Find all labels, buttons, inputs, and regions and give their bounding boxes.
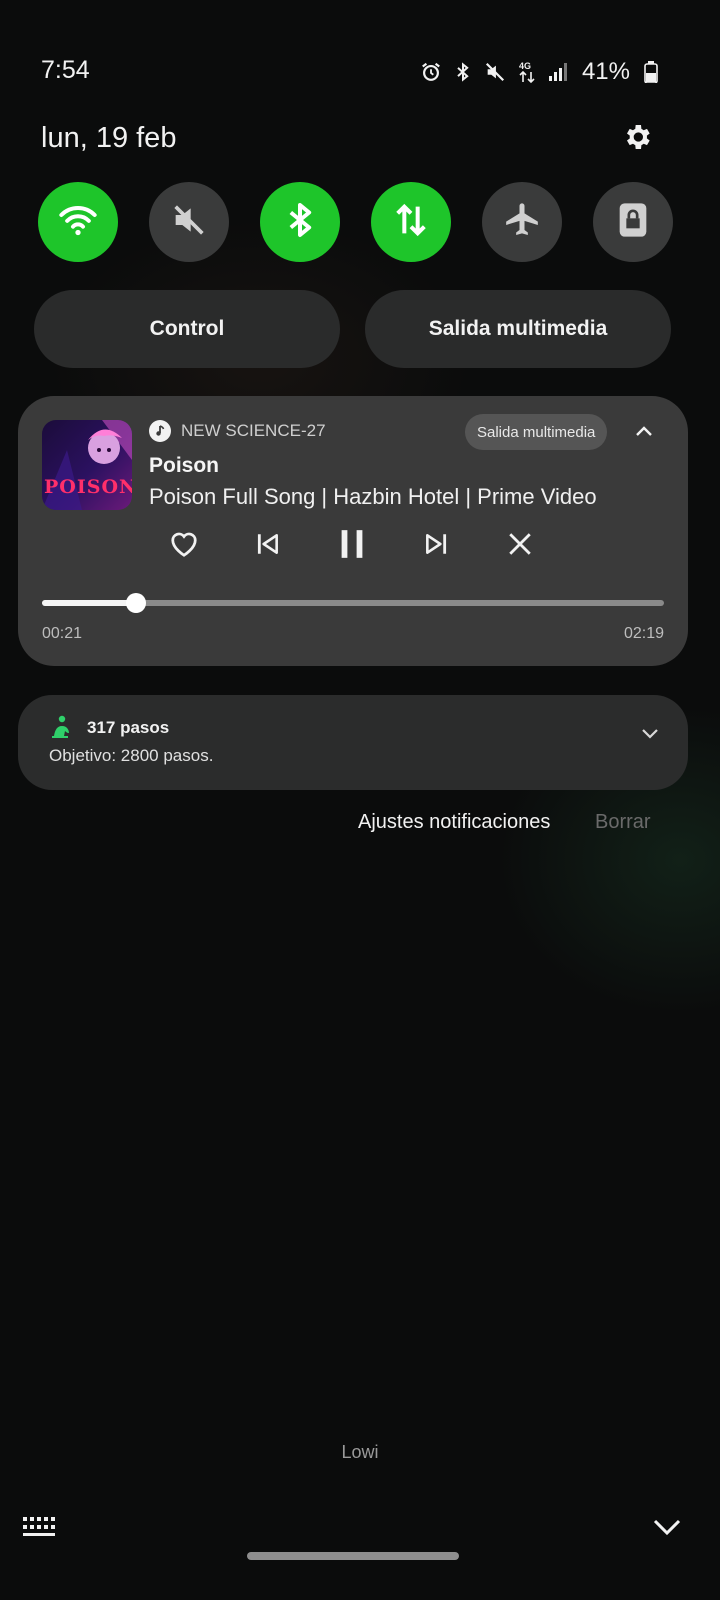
keyboard-icon[interactable] xyxy=(22,1515,58,1539)
airplane-toggle[interactable] xyxy=(482,182,562,262)
mobile-data-toggle[interactable] xyxy=(371,182,451,262)
signal-icon xyxy=(548,61,570,83)
media-output-chip[interactable]: Salida multimedia xyxy=(465,414,608,450)
pause-icon[interactable] xyxy=(336,528,368,560)
close-icon[interactable] xyxy=(504,528,536,560)
chevron-up-icon[interactable] xyxy=(630,418,658,446)
media-app-name: NEW SCIENCE-27 xyxy=(181,421,326,440)
progress-track[interactable] xyxy=(42,593,664,613)
duration-time: 02:19 xyxy=(623,625,664,642)
progress-thumb[interactable] xyxy=(125,593,146,613)
walking-person-icon xyxy=(50,715,72,739)
progress-fill xyxy=(42,600,136,606)
clear-button[interactable]: Borrar xyxy=(595,811,651,834)
media-controls xyxy=(168,528,536,560)
battery-percent: 41% xyxy=(581,58,630,85)
steps-notification[interactable]: 317 pasos Objetivo: 2800 pasos. xyxy=(18,695,688,790)
song-subtitle: Poison Full Song | Hazbin Hotel | Prime … xyxy=(149,484,597,509)
status-time: 7:54 xyxy=(41,56,90,84)
svg-text:4G: 4G xyxy=(519,61,531,71)
lock-icon xyxy=(613,200,653,245)
wifi-toggle[interactable] xyxy=(38,182,118,262)
lock-toggle[interactable] xyxy=(593,182,673,262)
bluetooth-icon xyxy=(452,61,474,83)
date-label: lun, 19 feb xyxy=(41,122,177,154)
4g-data-icon: 4G xyxy=(516,61,538,84)
battery-icon xyxy=(640,61,662,83)
sound-toggle[interactable] xyxy=(149,182,229,262)
quick-settings-row xyxy=(38,182,673,262)
chevron-down-icon[interactable] xyxy=(650,1510,684,1544)
heart-icon[interactable] xyxy=(168,528,200,560)
wifi-icon xyxy=(58,200,98,245)
skip-next-icon[interactable] xyxy=(420,528,452,560)
status-icons: 4G 41% xyxy=(420,58,662,86)
media-app-row: NEW SCIENCE-27 xyxy=(149,420,326,442)
chevron-down-icon[interactable] xyxy=(638,721,662,745)
notification-settings-button[interactable]: Ajustes notificaciones xyxy=(358,811,550,834)
mute-icon xyxy=(484,61,506,83)
steps-title: 317 pasos xyxy=(87,718,170,737)
album-art: POISON xyxy=(42,420,132,510)
album-title-text: POISON xyxy=(44,476,132,498)
airplane-icon xyxy=(502,200,542,245)
media-output-button[interactable]: Salida multimedia xyxy=(365,290,671,368)
gesture-handle[interactable] xyxy=(247,1552,459,1560)
bluetooth-toggle[interactable] xyxy=(260,182,340,262)
data-arrows-icon xyxy=(391,200,431,245)
gear-icon[interactable] xyxy=(620,120,654,154)
media-player-card[interactable]: POISON NEW SCIENCE-27 Salida multimedia … xyxy=(18,396,688,666)
steps-goal: Objetivo: 2800 pasos. xyxy=(49,746,214,765)
carrier-label: Lowi xyxy=(341,1442,379,1462)
bluetooth-icon xyxy=(280,200,320,245)
skip-previous-icon[interactable] xyxy=(252,528,284,560)
control-button[interactable]: Control xyxy=(34,290,340,368)
music-note-icon xyxy=(149,420,171,442)
mute-icon xyxy=(169,200,209,245)
alarm-icon xyxy=(420,61,442,83)
elapsed-time: 00:21 xyxy=(42,625,83,642)
song-title: Poison xyxy=(149,454,220,477)
